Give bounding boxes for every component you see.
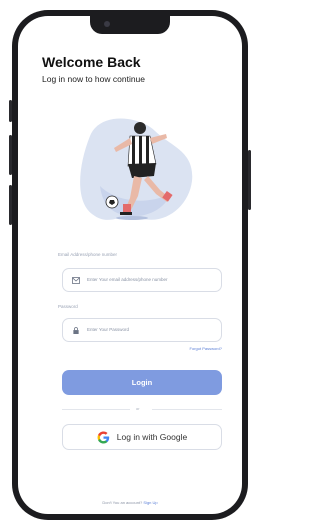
email-icon: [72, 277, 80, 284]
login-button[interactable]: Login: [62, 370, 222, 395]
email-placeholder: Enter Your email address/phone number: [87, 277, 168, 282]
soccer-player-illustration: [80, 118, 193, 220]
signup-prompt: Don't You an account? Sign Up: [18, 500, 242, 505]
camera-icon: [104, 21, 110, 27]
forgot-password-link[interactable]: Forgot Password?: [190, 346, 222, 351]
mute-switch: [9, 100, 12, 122]
signup-prompt-text: Don't You an account?: [102, 500, 144, 505]
email-label: Email Address/phone number: [58, 252, 118, 257]
google-button-label: Log in with Google: [116, 432, 188, 442]
password-field[interactable]: Enter Your Password: [62, 318, 222, 342]
phone-frame: Welcome Back Log in now to how continue: [9, 10, 251, 520]
divider-left: [62, 409, 130, 410]
volume-down-button: [9, 185, 12, 225]
power-button: [248, 150, 251, 210]
signup-link[interactable]: Sign Up: [143, 500, 157, 505]
lock-icon: [73, 327, 79, 334]
password-placeholder: Enter Your Password: [87, 327, 130, 332]
page-title: Welcome Back: [42, 54, 141, 70]
password-label: Password: [58, 304, 78, 309]
google-login-button[interactable]: Log in with Google: [62, 424, 222, 450]
screen: Welcome Back Log in now to how continue: [18, 16, 242, 514]
email-field[interactable]: Enter Your email address/phone number: [62, 268, 222, 292]
google-icon: [97, 431, 109, 443]
notch: [90, 16, 170, 34]
divider-label: or: [136, 406, 140, 411]
divider-right: [152, 409, 222, 410]
page-subtitle: Log in now to how continue: [42, 74, 146, 84]
volume-up-button: [9, 135, 12, 175]
